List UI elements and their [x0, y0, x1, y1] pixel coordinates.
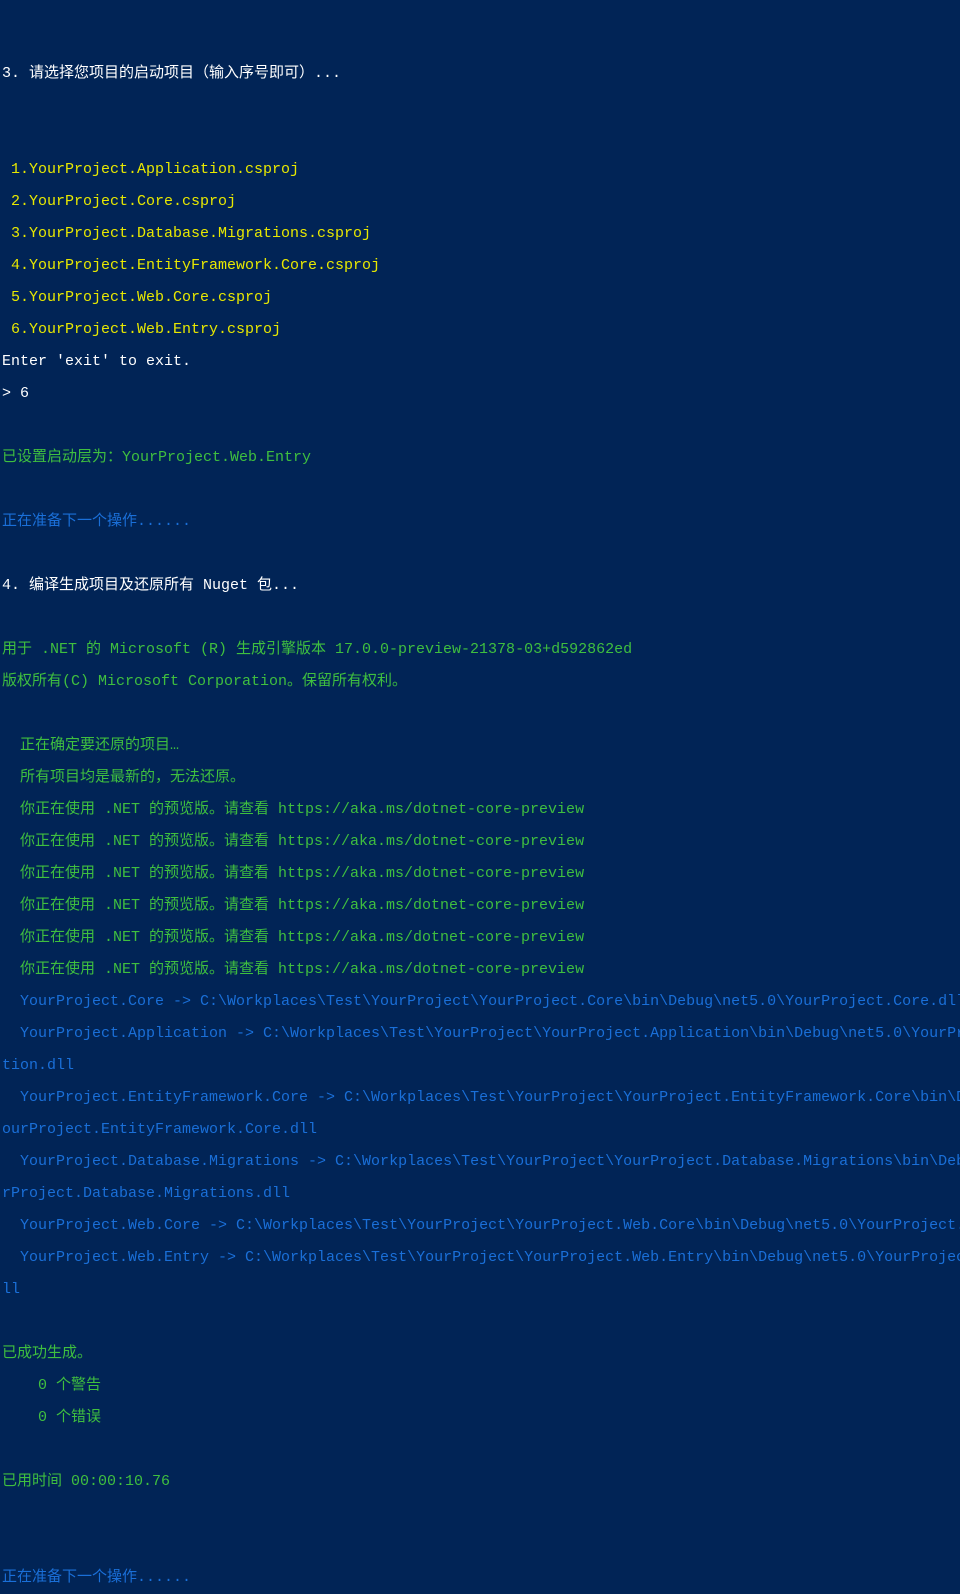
step4-title: 4. 编译生成项目及还原所有 Nuget 包...	[2, 578, 958, 594]
project-option-4: 4.YourProject.EntityFramework.Core.cspro…	[2, 258, 958, 274]
build-output-application-b: tion.dll	[2, 1058, 958, 1074]
build-output-db-migrations-b: rProject.Database.Migrations.dll	[2, 1186, 958, 1202]
restore-determining: 正在确定要还原的项目…	[2, 738, 958, 754]
project-option-1: 1.YourProject.Application.csproj	[2, 162, 958, 178]
preview-warning-6: 你正在使用 .NET 的预览版。请查看 https://aka.ms/dotne…	[2, 962, 958, 978]
step3-title: 3. 请选择您项目的启动项目（输入序号即可）...	[2, 66, 958, 82]
blank-line	[2, 1506, 958, 1522]
preview-warning-4: 你正在使用 .NET 的预览版。请查看 https://aka.ms/dotne…	[2, 898, 958, 914]
msbuild-header-2: 版权所有(C) Microsoft Corporation。保留所有权利。	[2, 674, 958, 690]
project-option-5: 5.YourProject.Web.Core.csproj	[2, 290, 958, 306]
preparing-next-1: 正在准备下一个操作......	[2, 514, 958, 530]
blank-line	[2, 546, 958, 562]
blank-line	[2, 706, 958, 722]
build-output-ef-core-a: YourProject.EntityFramework.Core -> C:\W…	[2, 1090, 958, 1106]
exit-hint: Enter 'exit' to exit.	[2, 354, 958, 370]
elapsed-time: 已用时间 00:00:10.76	[2, 1474, 958, 1490]
build-output-web-entry-b: ll	[2, 1282, 958, 1298]
build-output-ef-core-b: ourProject.EntityFramework.Core.dll	[2, 1122, 958, 1138]
build-output-web-core: YourProject.Web.Core -> C:\Workplaces\Te…	[2, 1218, 958, 1234]
build-output-db-migrations-a: YourProject.Database.Migrations -> C:\Wo…	[2, 1154, 958, 1170]
blank-line	[2, 98, 958, 114]
blank-line	[2, 130, 958, 146]
preview-warning-2: 你正在使用 .NET 的预览版。请查看 https://aka.ms/dotne…	[2, 834, 958, 850]
build-output-core: YourProject.Core -> C:\Workplaces\Test\Y…	[2, 994, 958, 1010]
error-count: 0 个错误	[2, 1410, 958, 1426]
blank-line	[2, 418, 958, 434]
project-option-2: 2.YourProject.Core.csproj	[2, 194, 958, 210]
blank-line	[2, 482, 958, 498]
build-output-application-a: YourProject.Application -> C:\Workplaces…	[2, 1026, 958, 1042]
msbuild-header-1: 用于 .NET 的 Microsoft (R) 生成引擎版本 17.0.0-pr…	[2, 642, 958, 658]
project-option-3: 3.YourProject.Database.Migrations.csproj	[2, 226, 958, 242]
blank-line	[2, 1538, 958, 1554]
startup-set-message: 已设置启动层为：YourProject.Web.Entry	[2, 450, 958, 466]
blank-line	[2, 610, 958, 626]
build-success: 已成功生成。	[2, 1346, 958, 1362]
warning-count: 0 个警告	[2, 1378, 958, 1394]
preparing-next-2: 正在准备下一个操作......	[2, 1570, 958, 1586]
preview-warning-3: 你正在使用 .NET 的预览版。请查看 https://aka.ms/dotne…	[2, 866, 958, 882]
preview-warning-1: 你正在使用 .NET 的预览版。请查看 https://aka.ms/dotne…	[2, 802, 958, 818]
build-output-web-entry-a: YourProject.Web.Entry -> C:\Workplaces\T…	[2, 1250, 958, 1266]
blank-line	[2, 1442, 958, 1458]
preview-warning-5: 你正在使用 .NET 的预览版。请查看 https://aka.ms/dotne…	[2, 930, 958, 946]
restore-all-up-to-date: 所有项目均是最新的，无法还原。	[2, 770, 958, 786]
user-input-prompt[interactable]: > 6	[2, 386, 958, 402]
blank-line	[2, 1314, 958, 1330]
project-option-6: 6.YourProject.Web.Entry.csproj	[2, 322, 958, 338]
